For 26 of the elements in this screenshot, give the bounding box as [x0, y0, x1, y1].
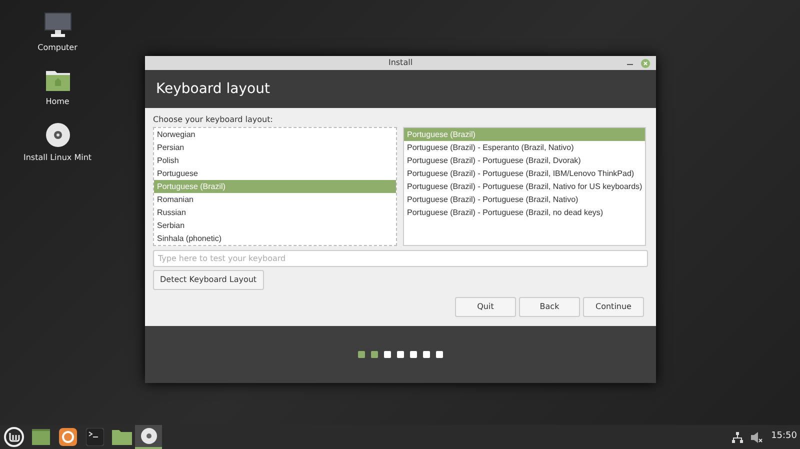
nav-button[interactable]: Back: [519, 297, 580, 317]
page-heading: Keyboard layout: [156, 80, 270, 98]
list-item[interactable]: Portuguese (Brazil) - Portuguese (Brazil, Nativo): [404, 193, 645, 206]
list-item[interactable]: Portuguese (Brazil) - Portuguese (Brazil, no dead keys): [404, 206, 645, 219]
desktop-icon-label[interactable]: Computer: [38, 42, 78, 54]
list-item[interactable]: Persian: [154, 141, 396, 154]
desktop-icon-label[interactable]: Home: [46, 96, 70, 108]
list-item[interactable]: Romanian: [154, 193, 396, 206]
clock[interactable]: 15:50: [771, 430, 797, 444]
prompt-label: Choose your keyboard layout:: [153, 114, 274, 126]
list-item[interactable]: Portuguese (Brazil) - Portuguese (Brazil, Dvorak): [404, 154, 645, 167]
list-item[interactable]: Russian: [154, 206, 396, 219]
test-input-field[interactable]: Type here to test your keyboard: [153, 250, 648, 267]
list-item[interactable]: Portuguese (Brazil) - Portuguese (Brazil, IBM/Lenovo ThinkPad): [404, 167, 645, 180]
window-title: Install: [388, 57, 413, 69]
list-item[interactable]: Portuguese (Brazil) - Portuguese (Brazil, Nativo for US keyboards): [404, 180, 645, 193]
list-item[interactable]: Norwegian: [154, 128, 396, 141]
list-item[interactable]: Serbian: [154, 219, 396, 232]
nav-button[interactable]: Continue: [583, 297, 644, 317]
list-item[interactable]: Sinhala (phonetic): [154, 232, 396, 245]
list-item[interactable]: Polish: [154, 154, 396, 167]
detect-button[interactable]: Detect Keyboard Layout: [153, 270, 264, 290]
list-item[interactable]: Portuguese: [154, 167, 396, 180]
desktop-icon-label[interactable]: Install Linux Mint: [23, 152, 92, 164]
nav-button[interactable]: Quit: [455, 297, 516, 317]
list-item[interactable]: Portuguese (Brazil) - Esperanto (Brazil, Nativo): [404, 141, 645, 154]
